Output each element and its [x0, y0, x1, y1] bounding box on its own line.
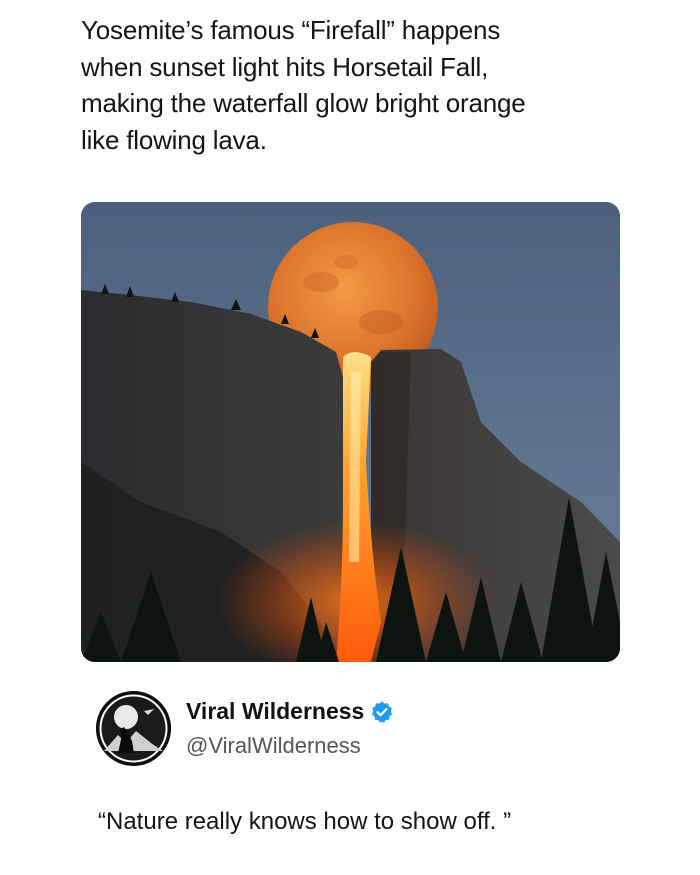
firefall-illustration [81, 202, 620, 662]
post-text-line-3: making the waterfall glow bright orange [81, 88, 526, 118]
post-text-line-4: like flowing lava. [81, 124, 267, 155]
avatar[interactable] [96, 691, 171, 766]
verified-badge-icon [372, 701, 393, 723]
post-text-line-1: Yosemite’s famous “Firefall” happens [81, 15, 501, 45]
wolf-howling-icon [96, 691, 171, 766]
firefall-photo[interactable] [81, 202, 620, 662]
quote-body: Nature really knows how to show off. [106, 808, 504, 835]
post-text: Yosemite’s famous “Firefall” happens whe… [81, 12, 641, 158]
quote-open-mark: “ [98, 808, 106, 835]
author-name-row[interactable]: Viral Wilderness [186, 698, 394, 725]
quote-close-mark: ” [503, 808, 512, 835]
post-text-line-2: when sunset light hits Horsetail Fall, [81, 51, 489, 82]
author-handle[interactable]: @ViralWilderness [186, 733, 361, 759]
author-name[interactable]: Viral Wilderness [186, 698, 364, 725]
quote-text: “Nature really knows how to show off. ” [98, 808, 511, 836]
